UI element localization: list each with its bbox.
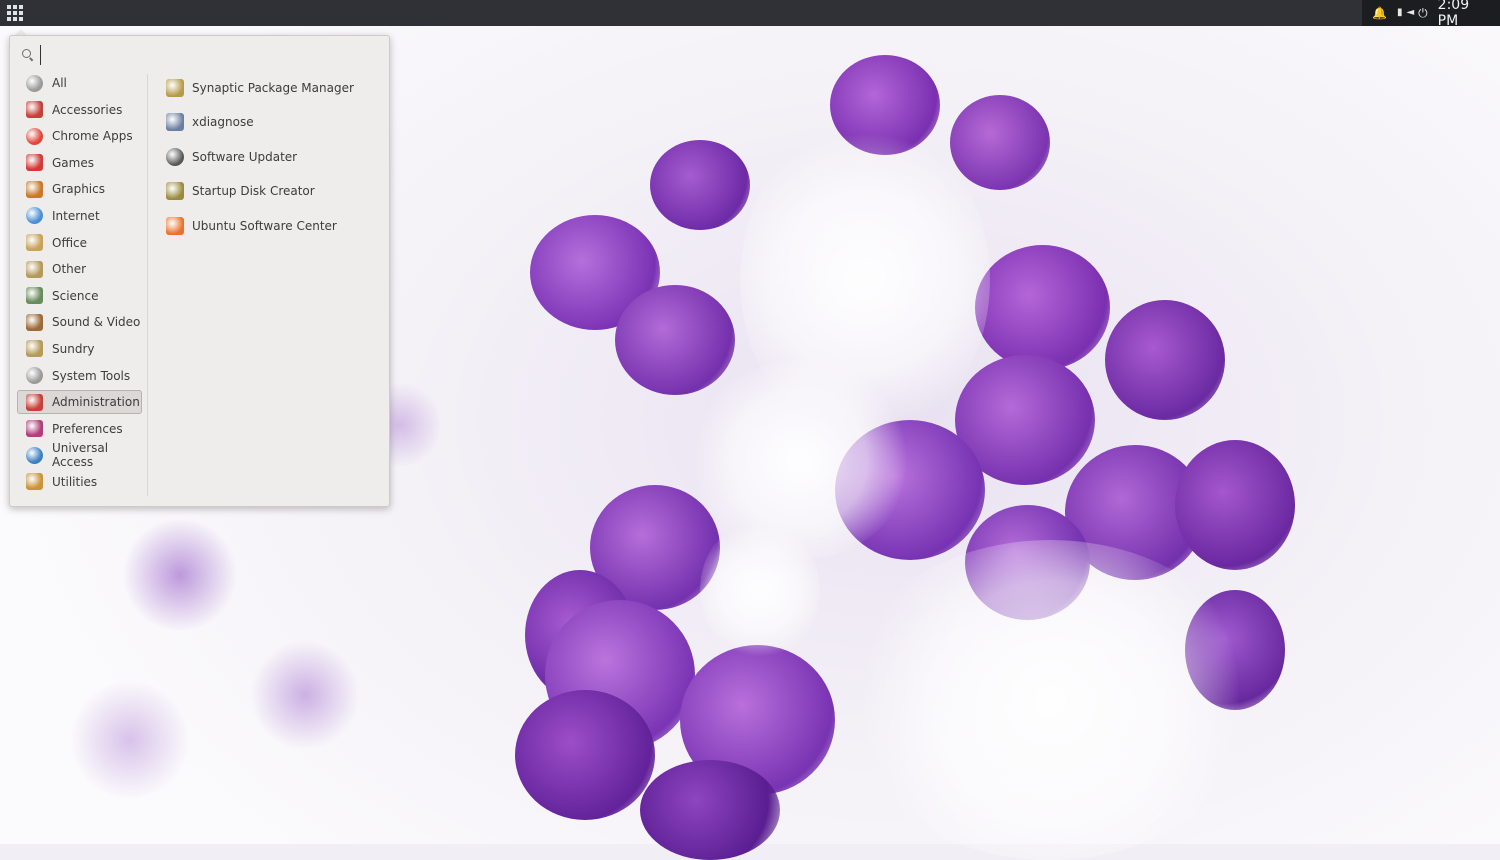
games-icon (26, 154, 43, 172)
category-label: Other (52, 262, 87, 277)
category-label: Utilities (52, 474, 98, 489)
app-label: Synaptic Package Manager (192, 81, 354, 95)
office-icon (26, 234, 43, 252)
category-item-internet[interactable]: Internet (17, 204, 142, 228)
globe-icon (26, 207, 43, 225)
synaptic-icon (166, 79, 184, 97)
app-item-software-updater[interactable]: Software Updater (166, 145, 376, 169)
category-item-chrome-apps[interactable]: Chrome Apps (17, 124, 142, 148)
sundry-icon (26, 340, 43, 358)
sound-video-icon (26, 313, 43, 331)
science-icon (26, 287, 43, 305)
category-label: Universal Access (52, 441, 109, 470)
category-label: Preferences (52, 421, 123, 436)
app-grid-icon[interactable] (4, 2, 26, 24)
graphics-icon (26, 180, 43, 198)
category-item-system-tools[interactable]: System Tools (17, 364, 142, 388)
category-label: Internet (52, 208, 100, 223)
category-label: Chrome Apps (52, 129, 133, 144)
category-item-universal-access[interactable]: Universal Access (17, 441, 142, 470)
app-item-synaptic-package-manager[interactable]: Synaptic Package Manager (166, 76, 376, 100)
system-tray: 🔔 ▮ ◄ ⏻ 2:09 PM (1362, 0, 1500, 29)
category-label: Science (52, 288, 99, 303)
category-label: Graphics (52, 182, 105, 197)
category-item-utilities[interactable]: Utilities (17, 470, 142, 494)
category-label: Administration (52, 395, 140, 410)
administration-icon (26, 393, 43, 411)
category-label: Accessories (52, 102, 123, 117)
category-list: All Accessories Chrome Apps Games Graphics In… (17, 71, 145, 497)
bell-icon[interactable]: 🔔 (1372, 0, 1387, 26)
volume-icon[interactable]: ◄ (1406, 0, 1414, 26)
category-item-other[interactable]: Other (17, 257, 142, 281)
app-label: Software Updater (192, 149, 298, 164)
preferences-icon (26, 420, 43, 438)
app-label: xdiagnose (192, 115, 254, 130)
software-updater-icon (166, 147, 184, 166)
category-label: All (52, 76, 67, 90)
search-icon (22, 49, 34, 61)
category-item-preferences[interactable]: Preferences (17, 417, 142, 441)
category-item-science[interactable]: Science (17, 284, 142, 308)
application-list: Synaptic Package Manager xdiagnose Softwar… (166, 76, 376, 248)
category-label: Office (52, 235, 88, 250)
app-item-xdiagnose[interactable]: xdiagnose (166, 110, 376, 134)
menu-divider (147, 74, 148, 496)
software-center-icon (166, 216, 184, 235)
app-label: Startup Disk Creator (192, 184, 315, 199)
category-item-games[interactable]: Games (17, 151, 142, 175)
category-item-accessories[interactable]: Accessories (17, 98, 142, 122)
universal-access-icon (26, 446, 43, 464)
utilities-icon (26, 473, 43, 491)
system-tools-icon (26, 367, 43, 385)
power-icon[interactable]: ⏻ (1418, 0, 1428, 26)
app-item-startup-disk-creator[interactable]: Startup Disk Creator (166, 179, 376, 203)
xdiagnose-icon (166, 113, 184, 132)
app-item-ubuntu-software-center[interactable]: Ubuntu Software Center (166, 214, 376, 238)
app-label: Ubuntu Software Center (192, 218, 337, 233)
search-input[interactable] (40, 45, 365, 65)
application-menu: All Accessories Chrome Apps Games Graphics In… (9, 35, 390, 507)
category-item-administration[interactable]: Administration (17, 390, 142, 415)
category-label: Games (52, 155, 94, 170)
other-icon (26, 260, 43, 278)
category-label: Sundry (52, 341, 95, 356)
startup-disk-icon (166, 182, 184, 201)
category-item-all[interactable]: All (17, 71, 142, 95)
category-item-office[interactable]: Office (17, 231, 142, 255)
category-label: System Tools (52, 368, 131, 383)
category-item-graphics[interactable]: Graphics (17, 177, 142, 201)
gear-icon (26, 74, 43, 92)
search-row (22, 45, 372, 65)
clock[interactable]: 2:09 PM (1438, 0, 1492, 29)
chrome-icon (26, 127, 43, 145)
accessories-icon (26, 101, 43, 119)
category-item-sound-video[interactable]: Sound & Video (17, 310, 142, 334)
category-label: Sound & Video (52, 315, 141, 330)
top-panel: 🔔 ▮ ◄ ⏻ 2:09 PM (0, 0, 1500, 29)
category-item-sundry[interactable]: Sundry (17, 337, 142, 361)
battery-icon[interactable]: ▮ (1397, 0, 1403, 26)
